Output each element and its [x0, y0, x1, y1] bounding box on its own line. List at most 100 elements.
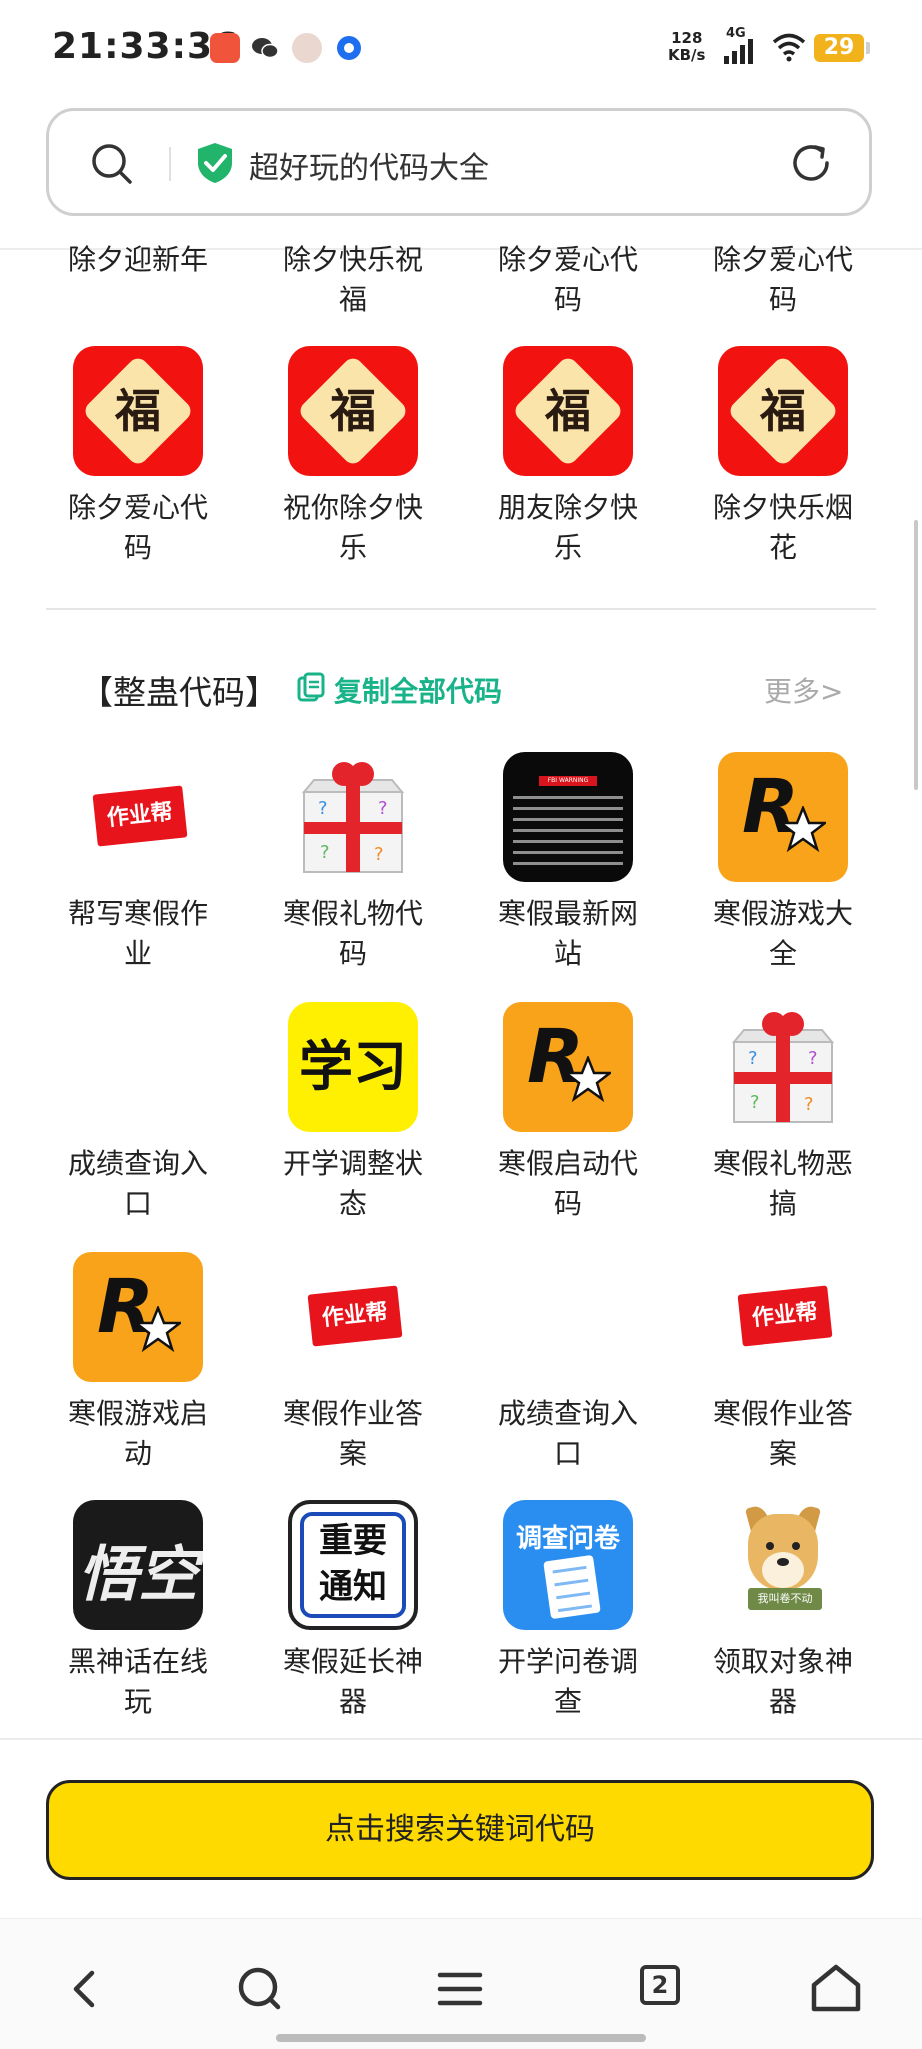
code-item[interactable]: 除夕爱心代 码	[683, 236, 883, 326]
notice-line2: 通知	[319, 1567, 387, 1607]
code-item[interactable]: R 寒假启动代码	[468, 1002, 668, 1238]
code-item[interactable]: 福除夕快乐烟花	[683, 346, 883, 576]
item-label: 动	[123, 1437, 152, 1470]
home-indicator[interactable]	[276, 2034, 646, 2042]
item-label: 寒假作业答	[712, 1397, 853, 1430]
address-bar[interactable]: 超好玩的代码大全	[46, 108, 872, 216]
zuoyebang-icon: 作业帮	[718, 1252, 848, 1382]
svg-text:?: ?	[318, 798, 328, 819]
item-label: 乐	[338, 531, 367, 564]
doge-sign-text: 我叫卷不动	[748, 1588, 822, 1610]
code-item[interactable]: 重要 通知 寒假延长神器	[253, 1500, 453, 1736]
item-label: 除夕爱心代 码	[497, 243, 638, 316]
doge-icon: 我叫卷不动	[718, 1500, 848, 1630]
item-label: 态	[338, 1187, 367, 1220]
code-item[interactable]: 调查问卷 开学问卷调查	[468, 1500, 668, 1736]
copy-icon[interactable]	[296, 672, 328, 708]
browser-notification-icon	[334, 33, 364, 63]
search-icon[interactable]	[230, 1959, 290, 2019]
refresh-icon[interactable]	[787, 139, 835, 191]
home-icon[interactable]	[806, 1959, 866, 2019]
code-item[interactable]: R 寒假游戏大全	[683, 752, 883, 988]
fbi-text: FBI WARNING	[547, 777, 589, 784]
item-label: 玩	[123, 1685, 152, 1718]
net-speed: 128 KB/s	[668, 30, 705, 64]
item-label: 器	[768, 1685, 797, 1718]
xuexi-icon: 学习	[288, 1002, 418, 1132]
item-label: 站	[553, 937, 582, 970]
code-item[interactable]: ???? 寒假礼物恶搞	[683, 1002, 883, 1238]
wukong-text: 悟空	[78, 1540, 198, 1610]
item-label: 帮写寒假作	[67, 897, 208, 930]
wifi-icon	[772, 32, 806, 66]
item-label: 花	[768, 531, 797, 564]
code-item[interactable]: 成绩查询入口	[38, 1002, 238, 1238]
wechat-icon	[250, 33, 280, 63]
item-label: 乐	[553, 531, 582, 564]
code-item[interactable]: 除夕迎新年	[38, 236, 238, 326]
battery-tip	[866, 42, 870, 54]
item-label: 除夕快乐烟	[712, 491, 853, 524]
item-label: 黑神话在线	[67, 1645, 208, 1678]
code-item[interactable]: ???? 寒假礼物代码	[253, 752, 453, 988]
scrollbar[interactable]	[914, 520, 918, 790]
code-item[interactable]: 学习 开学调整状态	[253, 1002, 453, 1238]
item-label: 器	[338, 1685, 367, 1718]
search-icon[interactable]	[89, 141, 135, 191]
code-item[interactable]: 福祝你除夕快乐	[253, 346, 453, 576]
xuexi-text: 学习	[299, 1035, 407, 1098]
code-item[interactable]: 作业帮 寒假作业答案	[683, 1252, 883, 1488]
page-title[interactable]: 超好玩的代码大全	[249, 143, 489, 187]
code-item[interactable]: 作业帮 寒假作业答案	[253, 1252, 453, 1488]
gift-box-icon: ????	[288, 752, 418, 882]
code-item[interactable]: 成绩查询入口	[468, 1252, 668, 1488]
code-item[interactable]: R 寒假游戏启动	[38, 1252, 238, 1488]
code-item[interactable]: 悟空 黑神话在线玩	[38, 1500, 238, 1736]
zuoyebang-text: 作业帮	[737, 1285, 833, 1347]
survey-text: 调查问卷	[515, 1524, 620, 1554]
rockstar-icon: R	[73, 1252, 203, 1382]
svg-text:?: ?	[748, 1048, 758, 1069]
survey-icon: 调查问卷	[503, 1500, 633, 1630]
status-bar: 21:33:36 128 KB/s 4G 29	[0, 0, 922, 100]
divider	[0, 1738, 922, 1740]
code-item[interactable]: 福除夕爱心代码	[38, 346, 238, 576]
item-label: 寒假游戏启	[67, 1397, 208, 1430]
item-label: 口	[123, 1187, 152, 1220]
menu-icon[interactable]	[430, 1959, 490, 2019]
net-speed-value: 128	[671, 29, 703, 47]
section-title: 【整蛊代码】	[80, 673, 278, 712]
item-label: 查	[553, 1685, 582, 1718]
code-item[interactable]: 福朋友除夕快乐	[468, 346, 668, 576]
more-link[interactable]: 更多>	[764, 670, 843, 710]
item-label: 开学调整状	[282, 1147, 423, 1180]
svg-text:?: ?	[378, 798, 388, 819]
app-notification-icon	[210, 33, 240, 63]
code-item[interactable]: 我叫卷不动 领取对象神器	[683, 1500, 883, 1736]
blank-icon	[503, 1252, 633, 1382]
zuoyebang-icon: 作业帮	[73, 752, 203, 882]
item-label: 寒假延长神	[282, 1645, 423, 1678]
item-label: 除夕迎新年	[67, 243, 208, 276]
item-label: 口	[553, 1437, 582, 1470]
tabs-icon[interactable]: 2	[636, 1959, 696, 2019]
item-label: 成绩查询入	[67, 1147, 208, 1180]
svg-text:?: ?	[750, 1092, 760, 1113]
svg-text:?: ?	[808, 1048, 818, 1069]
item-label: 码	[338, 937, 367, 970]
section-divider	[46, 608, 876, 610]
item-label: 业	[123, 937, 152, 970]
item-label: 成绩查询入	[497, 1397, 638, 1430]
item-label: 除夕爱心代	[67, 491, 208, 524]
zuoyebang-icon: 作业帮	[288, 1252, 418, 1382]
search-keyword-button[interactable]: 点击搜索关键词代码	[46, 1780, 874, 1880]
copy-all-button[interactable]: 复制全部代码	[334, 670, 502, 710]
code-item[interactable]: 作业帮 帮写寒假作业	[38, 752, 238, 988]
code-item[interactable]: FBI WARNING 寒假最新网站	[468, 752, 668, 988]
fu-icon: 福	[503, 346, 633, 476]
rockstar-icon: R	[718, 752, 848, 882]
code-item[interactable]: 除夕快乐祝 福	[253, 236, 453, 326]
gift-box-icon: ????	[718, 1002, 848, 1132]
back-icon[interactable]	[56, 1959, 116, 2019]
code-item[interactable]: 除夕爱心代 码	[468, 236, 668, 326]
